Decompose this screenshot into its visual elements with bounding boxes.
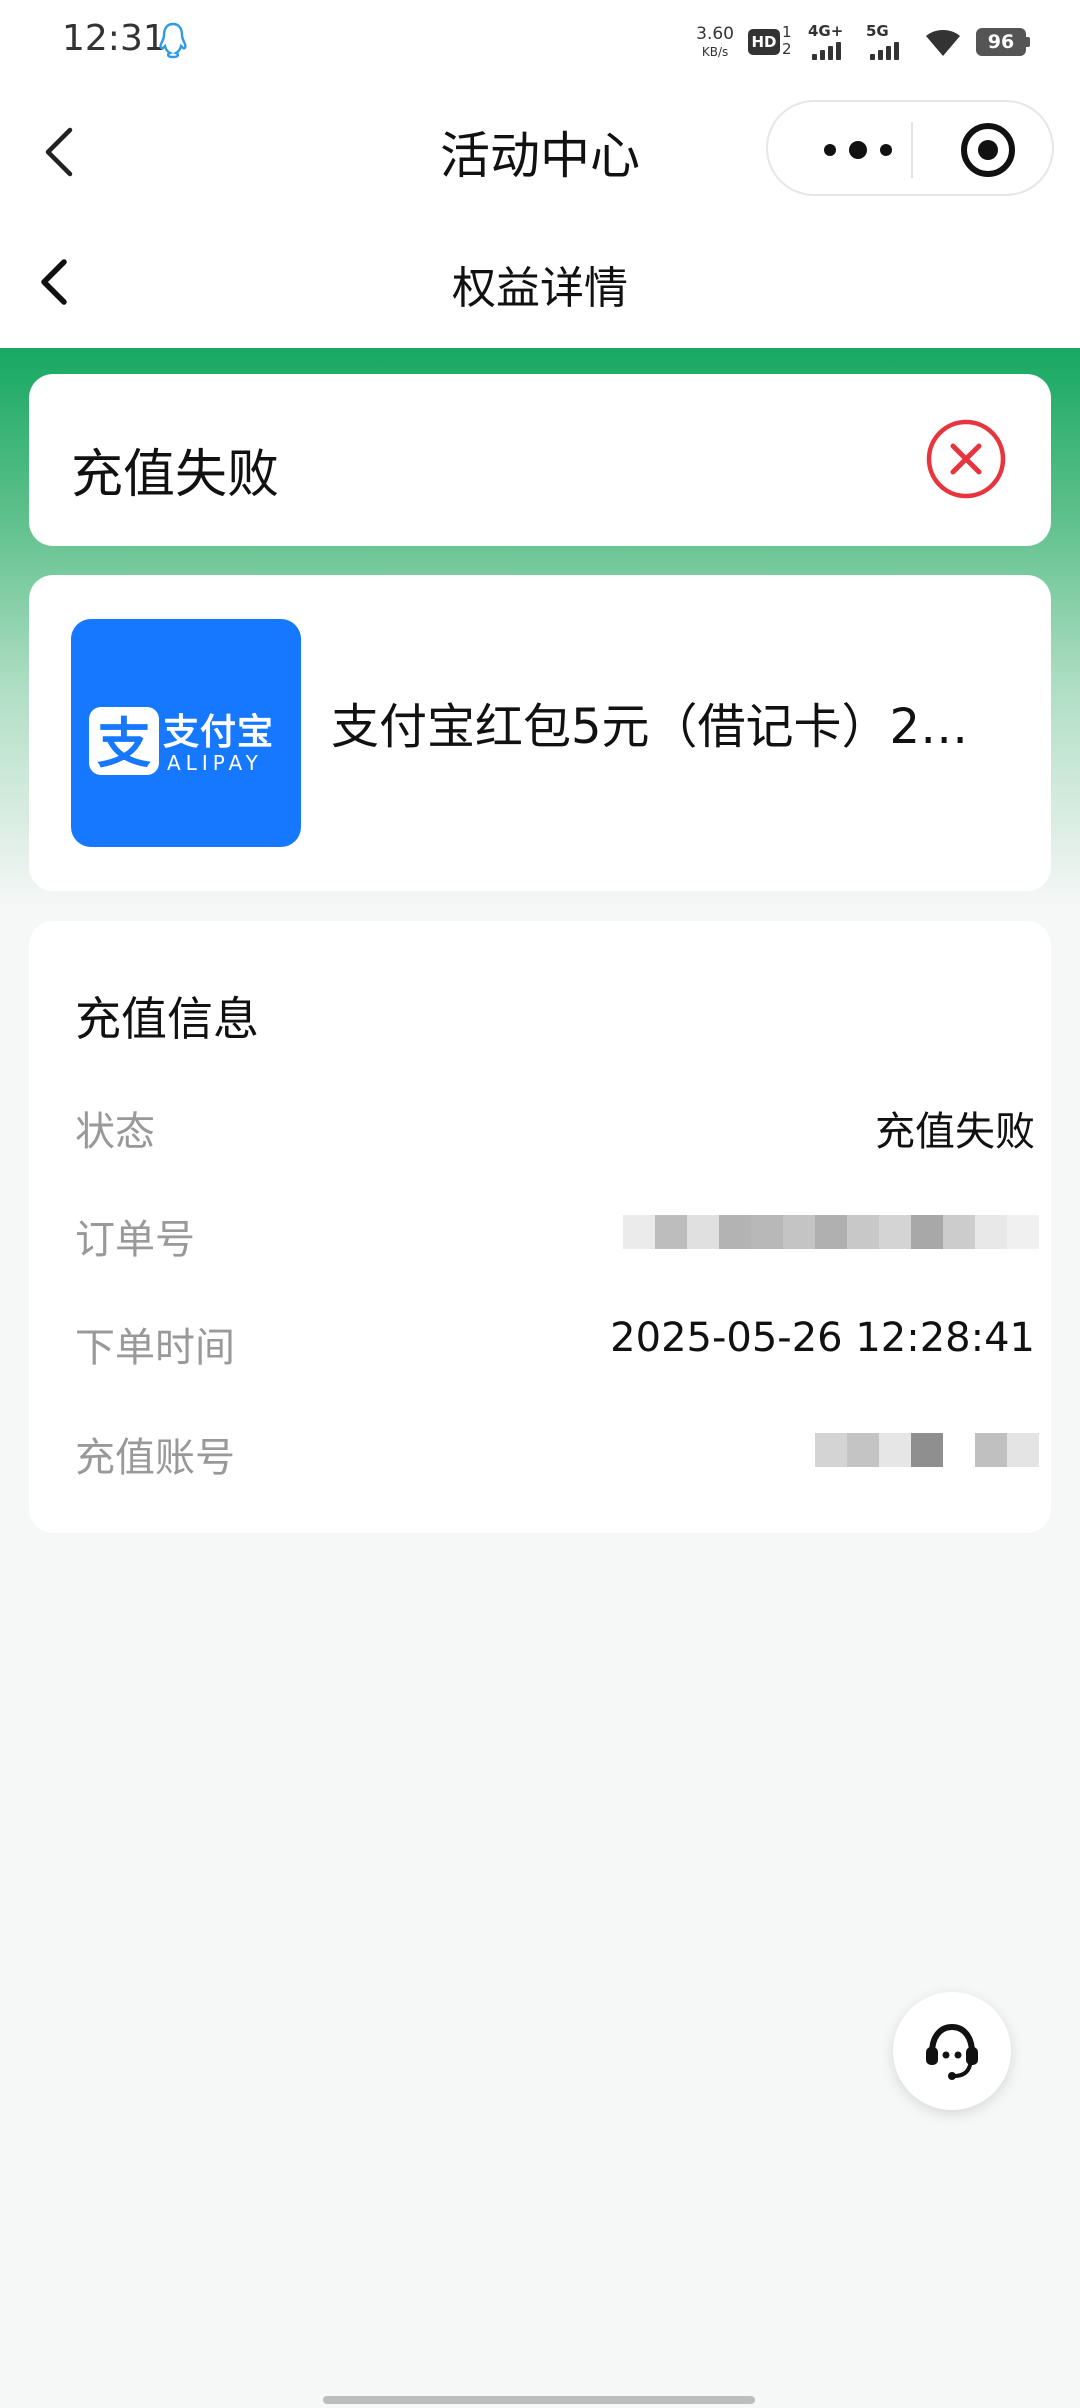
info-value: 充值失败 <box>875 1109 1035 1155</box>
qq-icon <box>159 22 187 59</box>
status-icons: 3.60 KB/s HD 1 2 4G+ 5G 96 <box>696 18 1030 66</box>
signal-label-2: 5G <box>866 22 889 40</box>
more-icon[interactable] <box>808 130 908 170</box>
signal-icon-1: 4G+ <box>808 22 852 62</box>
info-label: 状态 <box>75 1109 155 1155</box>
home-indicator[interactable] <box>323 2396 755 2404</box>
info-value: 2025-05-26 12:28:41 <box>610 1315 1035 1361</box>
net-speed-value: 3.60 <box>696 24 734 44</box>
alipay-logo: 支 支付宝 ALIPAY <box>71 619 301 847</box>
info-row-order-time: 下单时间 2025-05-26 12:28:41 <box>75 1309 1035 1371</box>
status-bar: 12:31 3.60 KB/s HD 1 2 4G+ 5G 96 <box>0 0 1080 84</box>
alipay-logo-cn: 支付宝 <box>163 712 275 753</box>
screen: 12:31 3.60 KB/s HD 1 2 4G+ 5G 96 活动中心 权益… <box>0 0 1080 2408</box>
battery-level: 96 <box>976 28 1026 56</box>
capsule-divider <box>911 122 913 178</box>
page-nav-bar: 权益详情 <box>0 214 1080 348</box>
battery-icon: 96 <box>976 28 1030 56</box>
redacted-account <box>815 1433 1039 1467</box>
info-row-account: 充值账号 <box>75 1419 1039 1481</box>
hd-sim2: 2 <box>782 40 792 58</box>
recharge-status-card: 充值失败 <box>29 374 1051 546</box>
hd-label: HD <box>748 29 780 55</box>
svg-text:支: 支 <box>97 712 151 775</box>
recharge-status-text: 充值失败 <box>71 445 280 505</box>
signal-icon-2: 5G <box>866 22 910 62</box>
product-card[interactable]: 支 支付宝 ALIPAY 支付宝红包5元（借记卡）2… <box>29 575 1051 891</box>
redacted-order-number <box>623 1215 1039 1249</box>
status-time: 12:31 <box>62 18 166 59</box>
info-row-status: 状态 充值失败 <box>75 1093 1035 1155</box>
close-target-icon[interactable] <box>958 120 1018 180</box>
hd-sim1: 1 <box>782 23 792 41</box>
capsule-menu <box>766 100 1054 196</box>
recharge-info-card: 充值信息 状态 充值失败 订单号 下单时间 2025-05-26 12:28:4… <box>29 921 1051 1533</box>
info-label: 下单时间 <box>75 1325 235 1371</box>
alipay-logo-en: ALIPAY <box>167 751 263 775</box>
info-row-order-number: 订单号 <box>75 1201 1039 1263</box>
signal-label-1: 4G+ <box>808 22 844 40</box>
alipay-mark-icon: 支 <box>89 707 159 775</box>
page-title: 权益详情 <box>452 263 628 314</box>
info-label: 充值账号 <box>75 1435 235 1481</box>
product-name: 支付宝红包5元（借记卡）2… <box>331 699 969 755</box>
hd-icon: HD 1 2 <box>748 23 794 59</box>
info-label: 订单号 <box>75 1217 195 1263</box>
net-speed: 3.60 KB/s <box>696 24 734 59</box>
fail-x-icon <box>926 419 1006 499</box>
customer-service-icon <box>926 2023 978 2080</box>
wifi-icon <box>926 30 960 56</box>
mini-program-bar: 活动中心 <box>0 84 1080 214</box>
info-title: 充值信息 <box>75 992 259 1046</box>
customer-service-button[interactable] <box>893 1992 1011 2110</box>
net-speed-unit: KB/s <box>701 45 729 59</box>
